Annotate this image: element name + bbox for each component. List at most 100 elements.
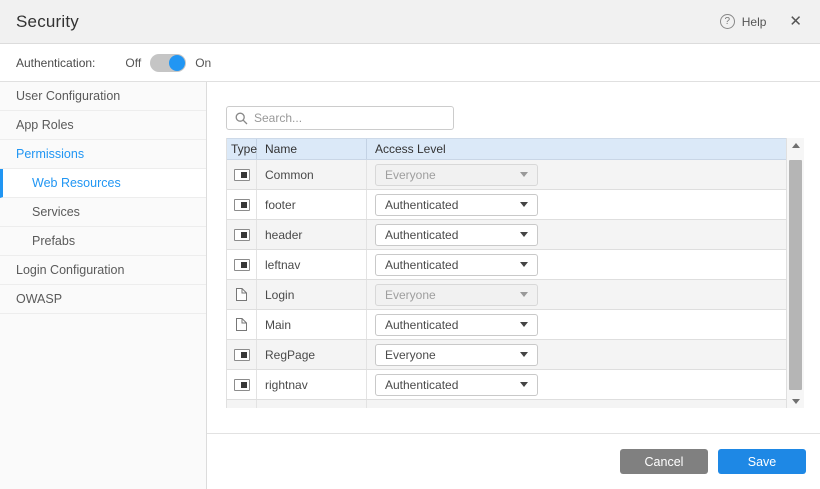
resources-table: Type Name Access Level Common Everyone foo… [226,138,804,408]
scroll-down-icon[interactable] [787,394,804,408]
page-icon [235,317,248,332]
table-row: Login Everyone [227,280,786,310]
column-header-access-level: Access Level [367,139,786,159]
type-cell [227,190,257,219]
access-level-value: Authenticated [385,228,520,242]
access-level-dropdown[interactable]: Authenticated [375,374,538,396]
chevron-down-icon [520,232,528,237]
type-cell [227,370,257,399]
table-row: footer Authenticated [227,190,786,220]
sidebar-item-prefabs[interactable]: Prefabs [0,227,206,256]
access-level-value: Authenticated [385,258,520,272]
access-level-dropdown[interactable]: Authenticated [375,224,538,246]
access-cell: Authenticated [367,190,786,219]
resource-name: RegPage [257,340,367,369]
access-cell: Authenticated [367,310,786,339]
resource-name: rightnav [257,370,367,399]
chevron-down-icon [520,172,528,177]
access-cell: Everyone [367,340,786,369]
resource-name: leftnav [257,250,367,279]
security-dialog: Security ? Help ✕ Authentication: Off On… [0,0,820,489]
table-scrollbar[interactable] [787,138,804,408]
partial-icon [234,379,250,391]
title-bar-actions: ? Help ✕ [720,14,802,29]
sidebar-item-login-configuration[interactable]: Login Configuration [0,256,206,285]
help-link[interactable]: Help [742,15,767,29]
column-header-type: Type [227,139,257,159]
access-level-dropdown[interactable] [375,408,538,409]
partial-icon [234,349,250,361]
resource-name: Main [257,310,367,339]
access-level-value: Authenticated [385,198,520,212]
partial-icon [234,169,250,181]
table-grid: Type Name Access Level Common Everyone foo… [226,138,787,408]
sidebar-item-owasp[interactable]: OWASP [0,285,206,314]
access-cell: Authenticated [367,250,786,279]
type-cell [227,340,257,369]
access-level-value: Authenticated [385,378,520,392]
access-level-value: Everyone [385,348,520,362]
scroll-up-icon[interactable] [787,138,804,152]
type-cell [227,280,257,309]
dialog-body: User ConfigurationApp RolesPermissionsWe… [0,82,820,489]
table-row: Common Everyone [227,160,786,190]
toggle-off-label: Off [125,56,141,70]
resource-name: footer [257,190,367,219]
page-icon [235,287,248,302]
access-cell: Everyone [367,160,786,189]
main-content: Type Name Access Level Common Everyone foo… [207,82,820,489]
table-row: RegPage Everyone [227,340,786,370]
table-header: Type Name Access Level [227,138,786,160]
page-title: Security [16,12,79,32]
table-row: header Authenticated [227,220,786,250]
access-level-value: Everyone [385,288,520,302]
type-cell [227,250,257,279]
access-level-dropdown[interactable]: Everyone [375,344,538,366]
search-box[interactable] [226,106,454,130]
access-level-dropdown[interactable]: Authenticated [375,254,538,276]
chevron-down-icon [520,352,528,357]
sidebar-item-app-roles[interactable]: App Roles [0,111,206,140]
type-cell [227,160,257,189]
access-level-dropdown[interactable]: Authenticated [375,194,538,216]
chevron-down-icon [520,202,528,207]
access-level-dropdown: Everyone [375,164,538,186]
type-cell [227,310,257,339]
access-level-dropdown: Everyone [375,284,538,306]
table-row: leftnav Authenticated [227,250,786,280]
resource-name: Login [257,280,367,309]
save-button[interactable]: Save [718,449,806,474]
access-level-dropdown[interactable]: Authenticated [375,314,538,336]
sidebar-item-user-configuration[interactable]: User Configuration [0,82,206,111]
authentication-bar: Authentication: Off On [0,44,820,82]
web-resources-panel: Type Name Access Level Common Everyone foo… [207,82,820,408]
resource-name: Common [257,160,367,189]
toggle-knob [169,55,185,71]
scrollbar-thumb[interactable] [789,160,802,390]
help-icon[interactable]: ? [720,14,735,29]
partial-icon [234,199,250,211]
chevron-down-icon [520,322,528,327]
chevron-down-icon [520,382,528,387]
table-row: Main Authenticated [227,310,786,340]
chevron-down-icon [520,262,528,267]
partial-icon [234,259,250,271]
table-body: Common Everyone footer Authenticated header A… [227,160,786,408]
search-input[interactable] [254,111,445,125]
table-row: rightnav Authenticated [227,370,786,400]
sidebar-item-services[interactable]: Services [0,198,206,227]
access-level-value: Authenticated [385,318,520,332]
cancel-button[interactable]: Cancel [620,449,708,474]
sidebar-item-web-resources[interactable]: Web Resources [0,169,206,198]
type-cell [227,220,257,249]
toggle-on-label: On [195,56,211,70]
authentication-label: Authentication: [16,56,95,70]
authentication-toggle[interactable] [150,54,186,72]
sidebar-item-permissions[interactable]: Permissions [0,140,206,169]
access-cell: Authenticated [367,370,786,399]
close-icon[interactable]: ✕ [789,14,802,29]
table-row [227,400,786,408]
footer-bar: Cancel Save [207,433,820,489]
column-header-name: Name [257,139,367,159]
resource-name: header [257,220,367,249]
